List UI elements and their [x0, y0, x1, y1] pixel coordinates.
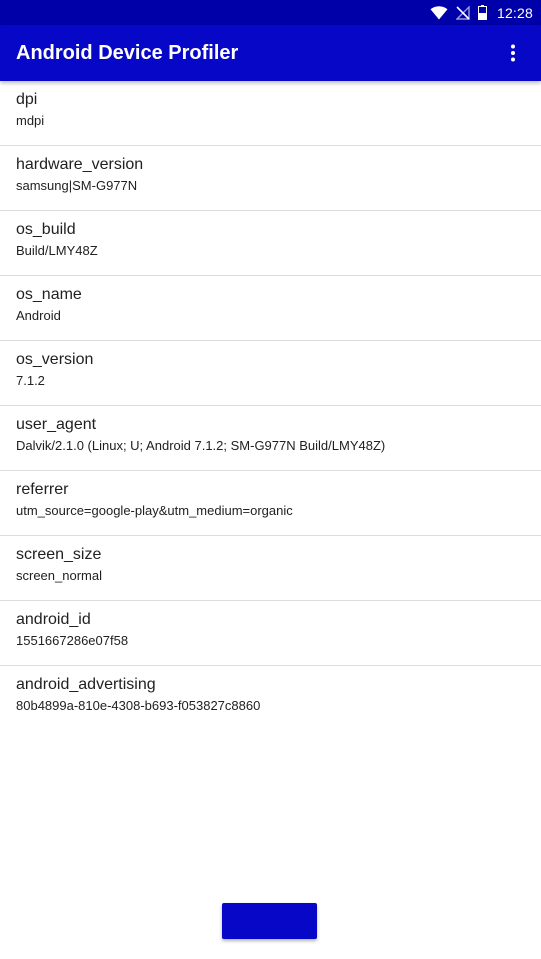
item-key: dpi: [16, 91, 38, 108]
battery-icon: [477, 5, 487, 20]
no-signal-icon: [455, 5, 470, 20]
list-item[interactable]: hardware_version samsung|SM-G977N: [0, 146, 541, 211]
item-key: android_id: [16, 611, 91, 628]
item-key: referrer: [16, 481, 69, 498]
status-time: 12:28: [496, 4, 533, 21]
item-key: android_advertising: [16, 676, 156, 693]
list-item[interactable]: dpi mdpi: [0, 81, 541, 146]
wifi-icon: [430, 5, 448, 20]
status-bar: 12:28: [0, 0, 541, 25]
list-item[interactable]: user_agent Dalvik/2.1.0 (Linux; U; Andro…: [0, 406, 541, 471]
item-value: 7.1.2: [16, 373, 45, 388]
app-title: Android Device Profiler: [16, 42, 239, 64]
item-key: os_build: [16, 221, 76, 238]
item-value: 1551667286e07f58: [16, 633, 129, 648]
profile-list: dpi mdpi hardware_version samsung|SM-G97…: [0, 81, 541, 730]
status-icons: 12:28: [430, 0, 533, 25]
item-key: screen_size: [16, 546, 102, 563]
item-key: user_agent: [16, 416, 97, 433]
item-value: Android: [16, 308, 61, 323]
list-item[interactable]: android_advertising 80b4899a-810e-4308-b…: [0, 666, 541, 730]
item-value: 80b4899a-810e-4308-b693-f053827c8860: [16, 698, 261, 713]
list-item[interactable]: android_id 1551667286e07f58: [0, 601, 541, 666]
item-value: mdpi: [16, 113, 45, 128]
list-item[interactable]: os_version 7.1.2: [0, 341, 541, 406]
item-value: Dalvik/2.1.0 (Linux; U; Android 7.1.2; S…: [16, 438, 386, 453]
overflow-menu-button[interactable]: [493, 33, 533, 73]
app-bar: Android Device Profiler: [0, 25, 541, 81]
item-value: screen_normal: [16, 568, 102, 583]
item-key: os_name: [16, 286, 82, 303]
item-value: utm_source=google-play&utm_medium=organi…: [16, 503, 293, 518]
bottom-action-button[interactable]: [222, 903, 317, 939]
item-key: hardware_version: [16, 156, 144, 173]
item-key: os_version: [16, 351, 94, 368]
list-item[interactable]: referrer utm_source=google-play&utm_medi…: [0, 471, 541, 536]
item-value: Build/LMY48Z: [16, 243, 98, 258]
list-item[interactable]: os_name Android: [0, 276, 541, 341]
item-value: samsung|SM-G977N: [16, 178, 138, 193]
list-item[interactable]: os_build Build/LMY48Z: [0, 211, 541, 276]
overflow-menu-icon: [511, 44, 515, 62]
list-item[interactable]: screen_size screen_normal: [0, 536, 541, 601]
